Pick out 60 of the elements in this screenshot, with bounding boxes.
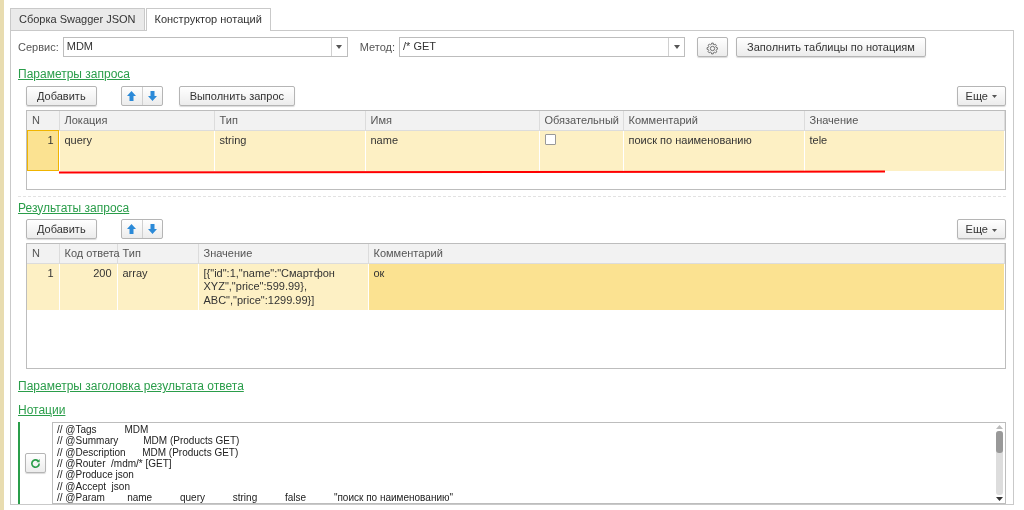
table-cell-text: name: [370, 133, 399, 146]
dropdown-caret-icon: [336, 45, 343, 50]
table-cell-text: ок: [373, 267, 385, 280]
section-title-link[interactable]: Параметры запроса: [18, 67, 130, 82]
table-cell-text: string: [219, 133, 247, 146]
column-header[interactable]: Тип: [214, 110, 365, 131]
tab[interactable]: Конструктор нотаций: [145, 8, 271, 32]
table-cell-text: 1: [47, 267, 54, 280]
settings-button[interactable]: [697, 37, 729, 58]
column-header[interactable]: Комментарий: [368, 243, 1005, 264]
method-label: Метод:: [359, 40, 396, 54]
service-label: Сервис:: [18, 40, 59, 54]
method-combobox[interactable]: /* GET: [399, 37, 686, 58]
section-title-link[interactable]: Результаты запроса: [18, 200, 130, 215]
code-line: // @Description MDM (Products GET): [57, 446, 240, 458]
code-line: // @Summary MDM (Products GET): [57, 435, 241, 447]
caret-icon: [992, 228, 997, 232]
column-header[interactable]: Локация: [59, 110, 214, 131]
column-header[interactable]: Имя: [365, 110, 539, 131]
checkbox[interactable]: [544, 133, 556, 145]
fill-tables-button[interactable]: Заполнить таблицы по нотациям: [736, 37, 926, 58]
table-cell-text: 1: [47, 133, 54, 146]
add-button[interactable]: Добавить: [26, 218, 97, 239]
code-line: // @Router /mdm/* [GET]: [57, 457, 172, 470]
run-request-button[interactable]: Выполнить запрос: [178, 85, 296, 106]
arrow-icon: [127, 90, 137, 101]
table-cell-text: [{"id":1,"name":"Смартфон XYZ","price":599.99}, ABC","price":1299.99}]: [203, 267, 336, 307]
table-row[interactable]: 1 query string name поиск по наименованию tele: [27, 130, 1005, 172]
section-title-link[interactable]: Нотации: [18, 403, 66, 418]
arrow-icon: [147, 90, 157, 101]
service-combobox[interactable]: MDM: [62, 37, 348, 58]
column-header[interactable]: Комментарий: [623, 110, 804, 131]
more-menu-button[interactable]: Еще: [956, 85, 1006, 106]
notations-text-area[interactable]: // @Tags MDM // @Summary MDM (Products GET) // @Description MDM (Products GET) // @Router /mdm/* [GET] // @Produce json // @Accept json // @Param name query string false "поиск по наименованию": [52, 421, 1006, 504]
arrow-icon: [127, 223, 137, 234]
table-cell-text: поиск по наименованию: [628, 133, 752, 146]
code-line: // @Tags MDM: [57, 423, 150, 436]
table-cell-text: query: [64, 133, 93, 146]
refresh-button[interactable]: [25, 452, 46, 473]
dropdown-caret-icon: [673, 45, 680, 50]
tab[interactable]: Сборка Swagger JSON: [10, 8, 145, 31]
code-line: // @Param name query string false "поиск по наименованию": [57, 492, 455, 503]
column-header[interactable]: Обязательный: [539, 110, 623, 131]
table-cell-text: 200: [93, 267, 112, 280]
more-menu-button[interactable]: Еще: [956, 218, 1006, 239]
table-cell-text: array: [122, 267, 148, 280]
refresh-icon: [30, 458, 41, 470]
column-header[interactable]: Значение: [198, 243, 368, 264]
column-header[interactable]: N: [27, 110, 59, 131]
caret-icon: [992, 95, 997, 99]
arrow-icon: [147, 223, 157, 234]
column-header[interactable]: Значение: [804, 110, 1005, 131]
section-title-link[interactable]: Параметры заголовка результата ответа: [18, 378, 244, 393]
code-line: // @Accept json: [57, 480, 131, 493]
code-line: // @Produce json: [57, 469, 135, 481]
scrollbar-thumb[interactable]: [995, 430, 1003, 453]
column-header[interactable]: N: [27, 243, 59, 264]
add-button[interactable]: Добавить: [26, 85, 97, 106]
table-cell-text: tele: [809, 133, 828, 146]
settings-icon: [706, 41, 720, 55]
